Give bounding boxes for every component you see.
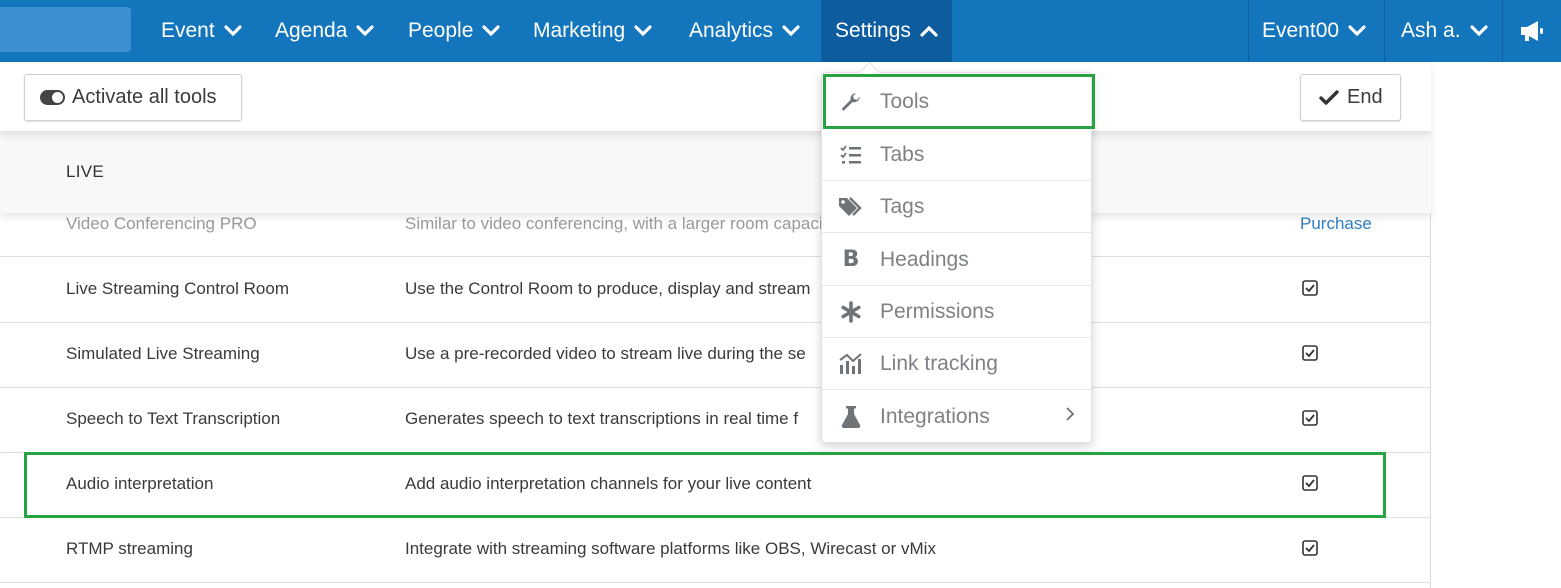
tool-name: RTMP streaming <box>66 539 193 558</box>
megaphone-icon <box>1521 21 1543 41</box>
nav-analytics[interactable]: Analytics <box>689 0 800 62</box>
checkbox-checked-icon[interactable] <box>1302 345 1318 361</box>
logo[interactable] <box>0 7 131 52</box>
tool-description: Add audio interpretation channels for yo… <box>405 474 812 493</box>
nav-divider <box>1502 0 1503 62</box>
nav-settings-label: Settings <box>835 19 911 42</box>
menu-item-tags-label: Tags <box>880 194 925 218</box>
tool-name: Audio interpretation <box>66 474 214 493</box>
nav-people-label: People <box>408 19 474 42</box>
nav-agenda[interactable]: Agenda <box>275 0 375 62</box>
announcements-button[interactable] <box>1518 0 1546 62</box>
checkbox-checked-icon[interactable] <box>1302 475 1318 491</box>
tool-description: Generates speech to text transcriptions … <box>405 409 799 428</box>
checklist-icon <box>838 142 864 168</box>
purchase-link[interactable]: Purchase <box>1300 214 1372 234</box>
tool-description: Similar to video conferencing, with a la… <box>405 214 836 233</box>
wrench-icon <box>838 89 864 115</box>
chevron-down-icon <box>356 25 375 37</box>
menu-item-tools[interactable]: Tools <box>822 76 1091 128</box>
menu-item-link-tracking[interactable]: Link tracking <box>822 338 1091 390</box>
chevron-down-icon <box>1469 25 1488 37</box>
toolbar: Activate all tools End <box>0 62 1431 131</box>
checkbox-checked-icon[interactable] <box>1302 410 1318 426</box>
nav-analytics-label: Analytics <box>689 19 774 42</box>
top-nav: Event Agenda People Marketing Analytics … <box>0 0 1561 62</box>
nav-divider <box>1384 0 1385 62</box>
end-label: End <box>1347 86 1383 108</box>
nav-agenda-label: Agenda <box>275 19 348 42</box>
activate-all-tools-label: Activate all tools <box>72 86 217 108</box>
section-title: LIVE <box>66 162 105 181</box>
table-row: Live Streaming Control Room Use the Cont… <box>0 258 1431 323</box>
chevron-right-icon <box>1066 407 1075 421</box>
tags-icon <box>838 194 864 220</box>
chevron-down-icon <box>782 25 800 37</box>
tool-description: Use the Control Room to produce, display… <box>405 279 811 298</box>
menu-item-permissions[interactable]: Permissions <box>822 286 1091 338</box>
menu-item-tags[interactable]: Tags <box>822 181 1091 233</box>
settings-dropdown: Tools Tabs Tags B Headings Permissions L… <box>821 72 1092 443</box>
tools-panel: Activate all tools End LIVE Video Confer… <box>0 62 1431 588</box>
nav-marketing[interactable]: Marketing <box>533 0 652 62</box>
menu-item-link-tracking-label: Link tracking <box>880 351 998 375</box>
tool-name: Video Conferencing PRO <box>66 214 257 233</box>
bold-icon: B <box>842 247 860 272</box>
table-row: Audio interpretation Add audio interpret… <box>0 453 1431 518</box>
chevron-up-icon <box>920 25 938 37</box>
menu-item-integrations[interactable]: Integrations <box>822 391 1091 443</box>
event-selector[interactable]: Event00 <box>1262 0 1366 62</box>
menu-item-headings-label: Headings <box>880 247 969 271</box>
checkbox-checked-icon[interactable] <box>1302 540 1318 556</box>
nav-event[interactable]: Event <box>161 0 242 62</box>
chevron-down-icon <box>634 25 652 37</box>
end-button[interactable]: End <box>1300 74 1401 121</box>
table-row: Speech to Text Transcription Generates s… <box>0 388 1431 453</box>
toggle-icon <box>40 90 65 105</box>
tool-name: Speech to Text Transcription <box>66 409 281 428</box>
nav-divider <box>1248 0 1249 62</box>
tool-name: Simulated Live Streaming <box>66 344 260 363</box>
menu-item-integrations-label: Integrations <box>880 405 990 428</box>
table-row: RTMP streaming Integrate with streaming … <box>0 518 1431 583</box>
asterisk-icon <box>838 299 864 325</box>
nav-event-label: Event <box>161 19 215 42</box>
table-row: Simulated Live Streaming Use a pre-recor… <box>0 323 1431 388</box>
check-icon <box>1319 89 1339 105</box>
flask-icon <box>838 404 864 430</box>
nav-settings[interactable]: Settings <box>821 0 952 62</box>
nav-people[interactable]: People <box>408 0 500 62</box>
menu-item-headings[interactable]: B Headings <box>822 234 1091 286</box>
section-header: LIVE <box>0 131 1431 213</box>
user-name: Ash a. <box>1401 19 1461 42</box>
event-selector-label: Event00 <box>1262 19 1340 42</box>
activate-all-tools-button[interactable]: Activate all tools <box>24 74 242 121</box>
nav-marketing-label: Marketing <box>533 19 626 42</box>
menu-item-tools-label: Tools <box>880 89 930 113</box>
tool-name: Live Streaming Control Room <box>66 279 289 298</box>
chevron-down-icon <box>1348 25 1366 37</box>
chevron-down-icon <box>482 25 500 37</box>
tool-description: Use a pre-recorded video to stream live … <box>405 344 806 363</box>
menu-item-tabs[interactable]: Tabs <box>822 129 1091 181</box>
checkbox-checked-icon[interactable] <box>1302 280 1318 296</box>
user-menu[interactable]: Ash a. <box>1401 0 1488 62</box>
chart-icon <box>838 351 864 377</box>
menu-item-permissions-label: Permissions <box>880 299 995 323</box>
menu-item-tabs-label: Tabs <box>880 142 925 166</box>
chevron-down-icon <box>224 25 242 37</box>
tool-description: Integrate with streaming software platfo… <box>405 539 936 558</box>
